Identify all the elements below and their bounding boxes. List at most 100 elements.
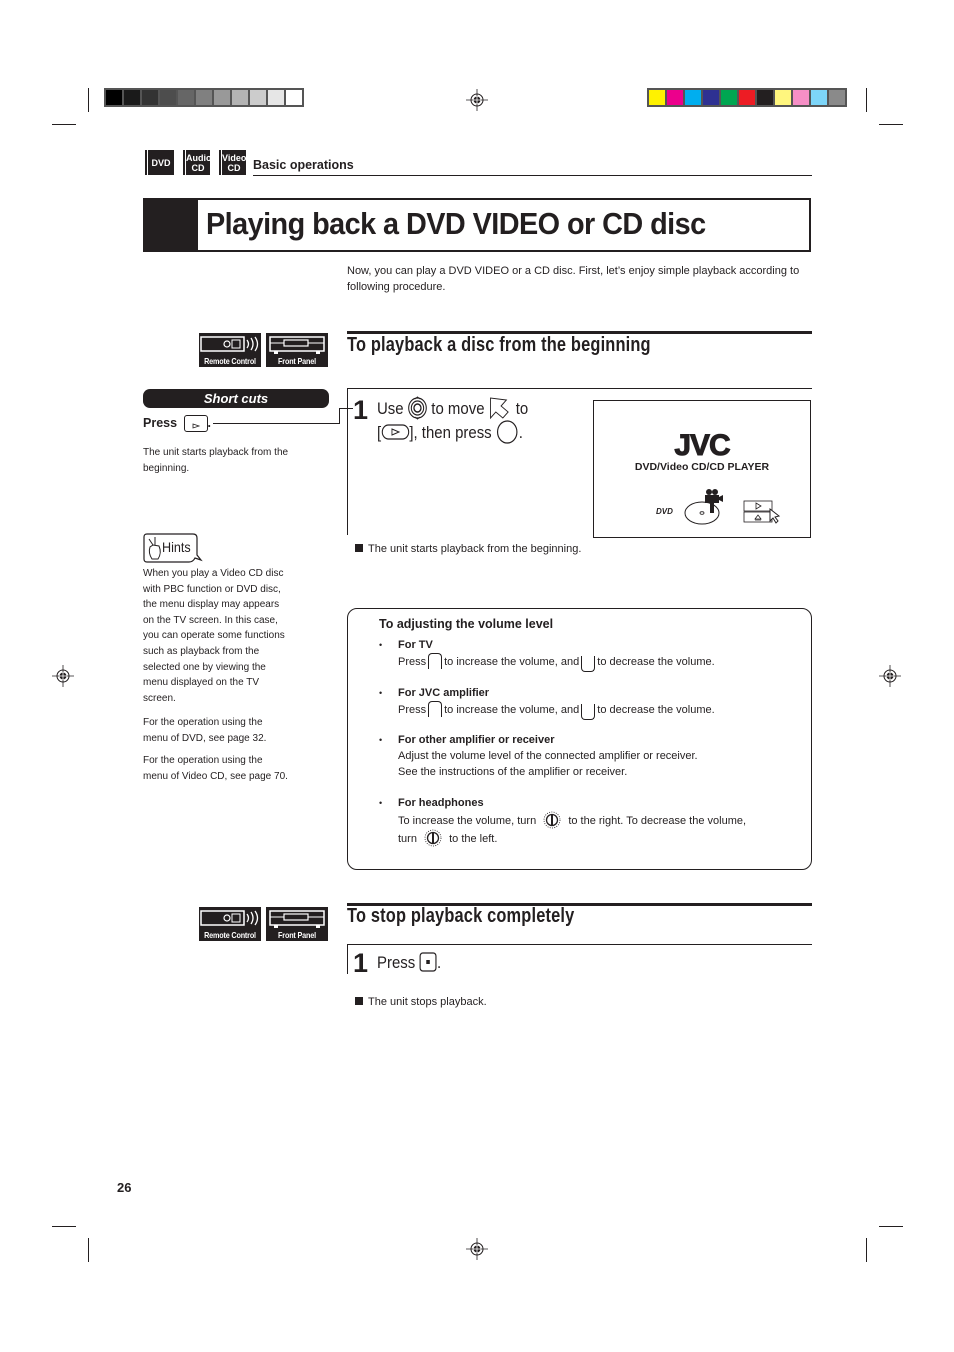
hints-line: screen. — [143, 692, 176, 704]
crop-mark — [88, 1238, 89, 1262]
front-panel-icon: Front Panel — [266, 333, 328, 367]
item-body: To increase the volume, turn to the righ… — [398, 811, 808, 847]
hints-paragraph: When you play a Video CD disc with PBC fu… — [143, 566, 333, 706]
connector-line — [213, 423, 339, 424]
item-heading: For other amplifier or receiver — [398, 734, 555, 746]
crop-mark — [879, 124, 903, 125]
to-move-label: to move — [431, 399, 485, 418]
color-swatch — [775, 90, 791, 105]
hints-line: menu of Video CD, see page 70. — [143, 770, 288, 782]
item-heading: For JVC amplifier — [398, 687, 490, 699]
play-key-icon — [381, 424, 409, 440]
color-swatch — [268, 90, 284, 105]
hints-line: the menu display may appears — [143, 599, 280, 611]
volume-box-title: To adjusting the volume level — [379, 617, 554, 631]
color-swatch — [232, 90, 248, 105]
press-label: Press — [143, 415, 178, 430]
crop-mark — [52, 124, 76, 125]
step-frame-top — [347, 388, 812, 389]
hints-line: with PBC function or DVD disc, — [143, 583, 281, 595]
color-calibration-bar — [647, 88, 847, 107]
press-label: Press — [398, 704, 427, 716]
hints-badge: Hints — [143, 533, 203, 563]
color-swatch — [124, 90, 140, 105]
badge-line1: Video — [222, 152, 247, 163]
color-swatch — [757, 90, 773, 105]
shortcut-instruction: Press . — [143, 415, 211, 432]
badge-line2: CD — [227, 162, 241, 173]
increase-text: to increase the volume, and — [444, 704, 580, 716]
stop-key-icon — [419, 952, 437, 972]
period: . — [437, 953, 442, 972]
page-title: Playing back a DVD VIDEO or CD disc — [206, 206, 706, 241]
color-swatch — [667, 90, 683, 105]
badge-line1: DVD — [151, 157, 171, 168]
front-panel-label: Front Panel — [278, 356, 316, 366]
result-text: The unit starts playback from the beginn… — [368, 543, 582, 555]
crop-mark — [52, 1226, 76, 1227]
bullet-square-icon — [355, 997, 363, 1005]
color-swatch — [178, 90, 194, 105]
registration-mark-icon — [52, 665, 74, 687]
step-result: The unit stops playback. — [355, 996, 487, 1008]
item-body: Press to increase the volume, and to decre… — [398, 653, 808, 672]
hints-line: When you play a Video CD disc — [143, 568, 284, 579]
step-frame-left — [347, 944, 348, 974]
connector-line — [339, 408, 340, 424]
front-panel-label: Front Panel — [278, 930, 316, 940]
header-divider — [253, 175, 812, 176]
period: . — [518, 423, 523, 442]
front-panel-icon: Front Panel — [266, 907, 328, 941]
body-line: Adjust the volume level of the connected… — [398, 750, 698, 762]
badge-line2: CD — [191, 162, 205, 173]
hints-paragraph: For the operation using the menu of Video… — [143, 753, 333, 784]
color-swatch — [793, 90, 809, 105]
remote-control-icon: Remote Control — [199, 907, 261, 941]
color-swatch — [286, 90, 302, 105]
item-body: Adjust the volume level of the connected… — [398, 748, 808, 780]
hints-line: menu displayed on the TV — [143, 677, 260, 689]
page-number: 26 — [117, 1180, 132, 1195]
body-text: To increase the volume, turn — [398, 815, 537, 827]
decrease-text: to decrease the volume. — [597, 656, 715, 668]
crop-mark — [866, 88, 867, 112]
volume-up-key-icon — [428, 701, 443, 717]
step-frame-top — [347, 944, 812, 945]
bullet-square-icon — [355, 544, 363, 552]
color-swatch — [250, 90, 266, 105]
section-title: To stop playback completely — [347, 905, 575, 927]
volume-down-key-icon — [581, 656, 596, 672]
shortcuts-label: Short cuts — [143, 389, 329, 408]
crop-mark — [879, 1226, 903, 1227]
item-heading: For headphones — [398, 797, 484, 809]
result-text: The unit stops playback. — [368, 996, 487, 1008]
crop-mark — [88, 88, 89, 112]
use-label: Use — [377, 399, 404, 418]
bullet: • — [379, 735, 383, 745]
volume-knob-icon — [543, 811, 561, 829]
title-accent-block — [143, 198, 198, 252]
body-line: See the instructions of the amplifier or… — [398, 766, 628, 778]
step-instruction: Use to move to [], then press . — [377, 396, 553, 444]
press-label: Press — [377, 953, 416, 972]
volume-down-key-icon — [581, 704, 596, 720]
color-swatch — [739, 90, 755, 105]
hints-line: such as playback from the — [143, 645, 260, 657]
body-text: to the left. — [449, 833, 498, 845]
section-title: To playback a disc from the beginning — [347, 334, 651, 356]
step-number: 1 — [353, 948, 369, 978]
hints-paragraph: For the operation using the menu of DVD, … — [143, 715, 333, 746]
step-number: 1 — [353, 395, 369, 425]
hints-line: selected one by viewing the — [143, 661, 266, 673]
step-instruction: Press . — [377, 951, 441, 974]
shortcut-description: The unit starts playback from the beginn… — [143, 447, 289, 474]
intro-paragraph: Now, you can play a DVD VIDEO or a CD di… — [347, 265, 800, 293]
hints-line: For the operation using the — [143, 717, 263, 728]
color-swatch — [160, 90, 176, 105]
then-press-label: ], then press — [409, 423, 492, 442]
video-cd-badge: Video CD — [219, 150, 247, 175]
decrease-text: to decrease the volume. — [597, 704, 715, 716]
remote-control-label: Remote Control — [204, 356, 256, 366]
registration-mark-icon — [879, 665, 901, 687]
menu-cursor-icon — [743, 500, 781, 524]
